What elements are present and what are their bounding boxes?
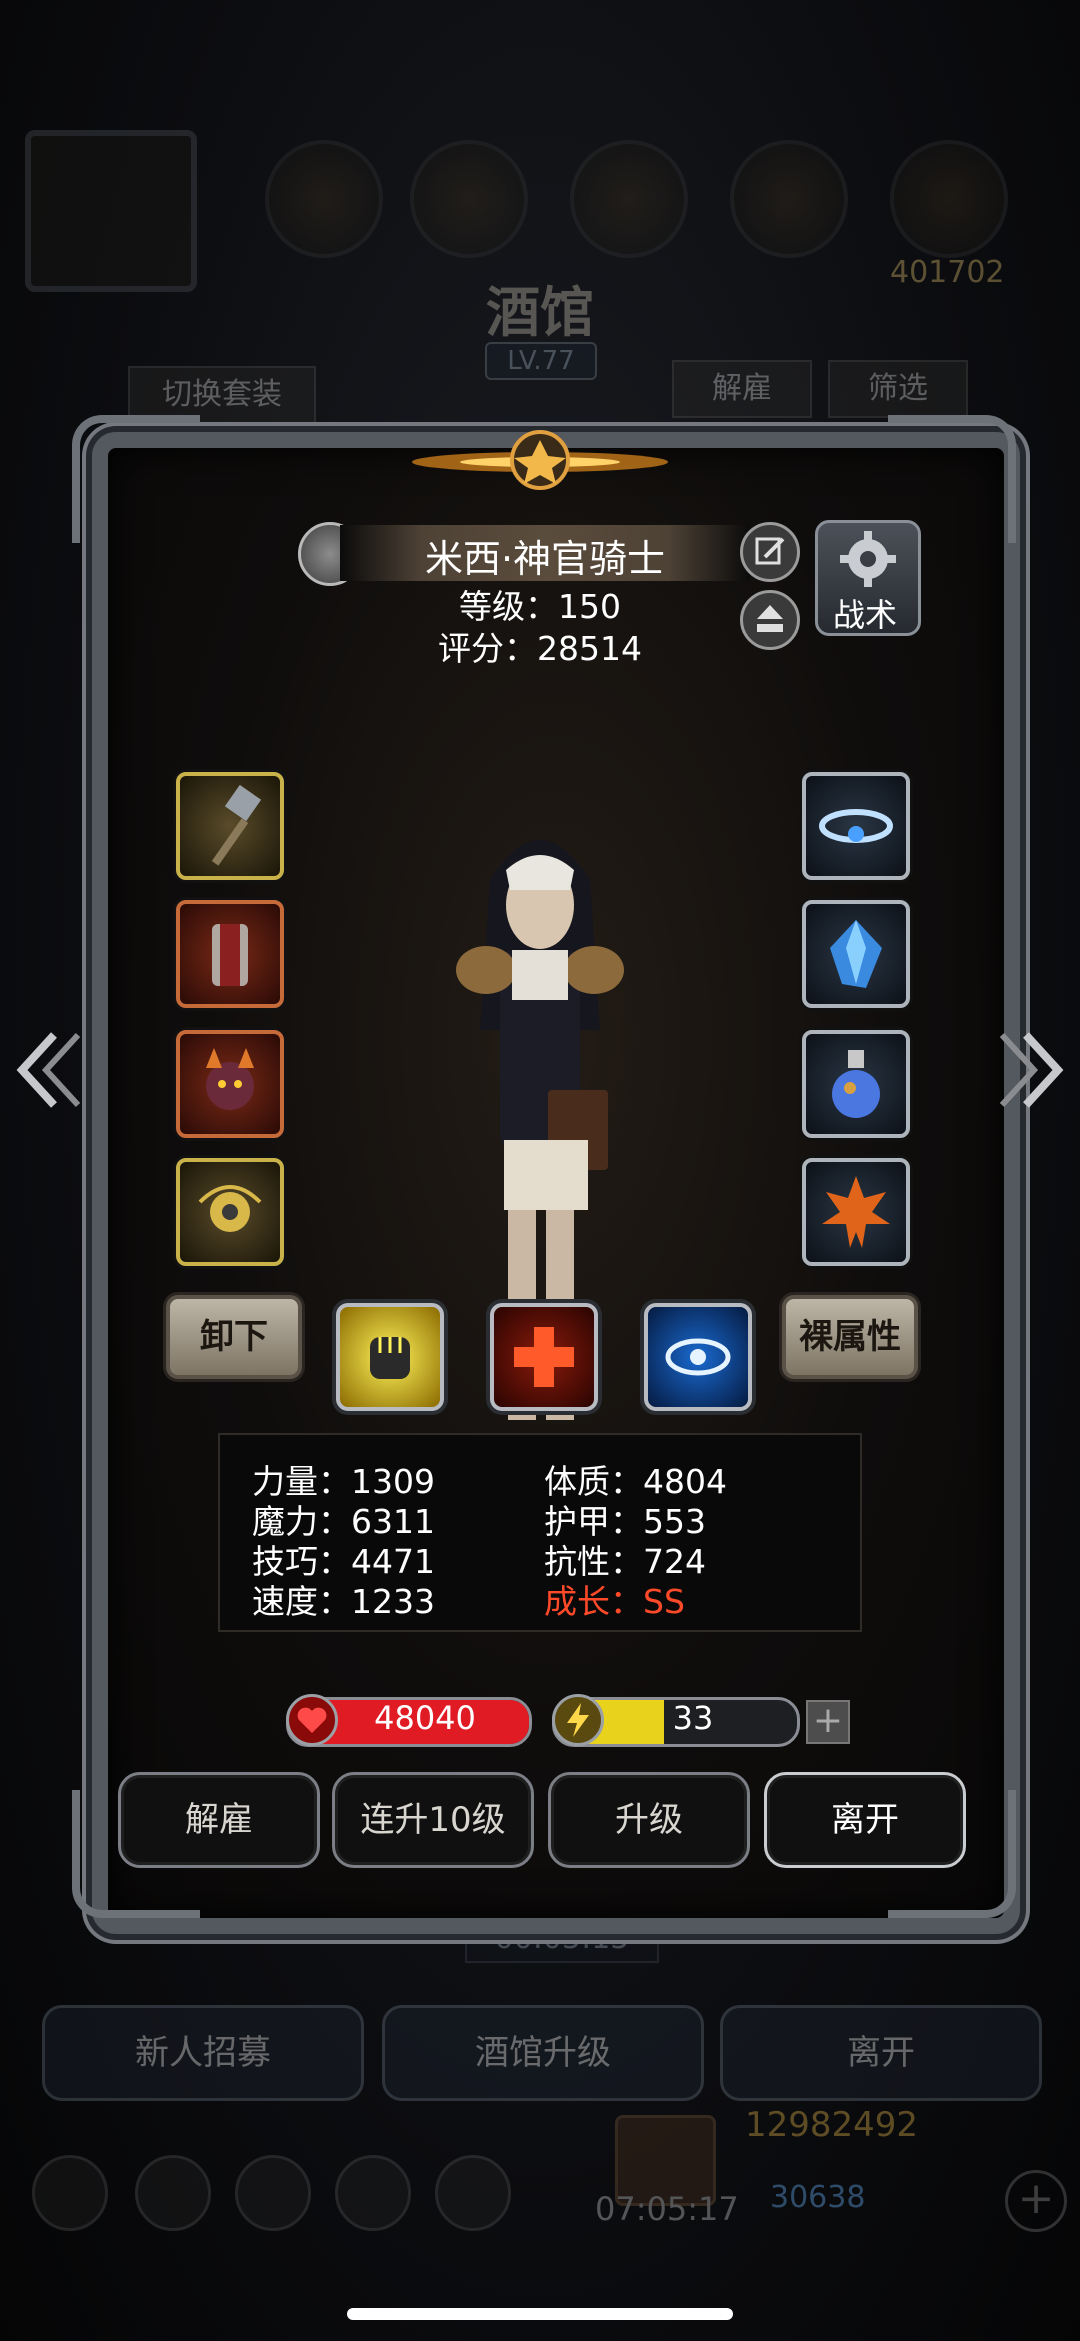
ring-slot[interactable] — [802, 772, 910, 880]
add-currency-icon: + — [1005, 2170, 1067, 2232]
skill-slot-2[interactable] — [490, 1303, 598, 1411]
gem-amount: 30638 — [770, 2180, 866, 2215]
toolbar-icon-5 — [435, 2155, 511, 2231]
naked-attributes-button[interactable]: 裸属性 — [782, 1295, 918, 1379]
gem-slot[interactable] — [802, 900, 910, 1008]
golden-amulet-icon — [198, 1185, 262, 1232]
skill-slot-3[interactable] — [644, 1303, 752, 1411]
mace-icon — [211, 784, 262, 866]
armor-icon — [212, 924, 248, 986]
hero-name: 米西·神官骑士 — [424, 537, 666, 581]
charm-slot[interactable] — [802, 1158, 910, 1266]
leave-button[interactable]: 离开 — [764, 1772, 966, 1868]
edit-name-button[interactable] — [740, 522, 800, 582]
dismiss-bg-button: 解雇 — [672, 360, 812, 418]
hero-score: 评分：28514 — [438, 629, 642, 668]
menu-icon-1 — [265, 140, 383, 258]
menu-icon-4 — [730, 140, 848, 258]
tavern-level: LV.77 — [485, 342, 597, 380]
leave-tavern-button: 离开 — [720, 2005, 1042, 2101]
toolbar-icon-2 — [135, 2155, 211, 2231]
hp-value: 48040 — [374, 1699, 476, 1737]
tavern-title: 酒馆 — [486, 280, 594, 344]
maple-leaf-icon — [822, 1176, 890, 1248]
weapon-slot[interactable] — [176, 772, 284, 880]
eye-icon — [665, 1338, 731, 1376]
blue-crystal-icon — [830, 920, 882, 988]
home-indicator[interactable] — [347, 2308, 733, 2320]
chest-timer: 07:05:17 — [595, 2190, 739, 2228]
helmet-slot[interactable] — [176, 1030, 284, 1138]
level-up-10-button[interactable]: 连升10级 — [332, 1772, 534, 1868]
tavern-upgrade-button: 酒馆升级 — [382, 2005, 704, 2101]
toolbar-icon-3 — [235, 2155, 311, 2231]
stat-growth: 成长：SS — [544, 1582, 685, 1621]
level-up-button[interactable]: 升级 — [548, 1772, 750, 1868]
unequip-button[interactable]: 卸下 — [166, 1295, 302, 1379]
stat-speed: 速度：1233 — [252, 1582, 435, 1621]
cross-icon — [514, 1327, 574, 1387]
frame-ornament-tl — [72, 415, 200, 543]
previous-hero-arrow-icon[interactable] — [14, 1025, 84, 1115]
top-emblem-icon — [412, 430, 668, 490]
filter-button: 筛选 — [828, 360, 968, 418]
accessory-slot[interactable] — [176, 1158, 284, 1266]
menu-icon-2 — [410, 140, 528, 258]
lightning-icon — [552, 1694, 604, 1746]
gold-amount: 12982492 — [745, 2105, 919, 2145]
menu-icon-3 — [570, 140, 688, 258]
add-energy-button[interactable]: + — [806, 1700, 850, 1744]
pencil-icon — [755, 537, 785, 565]
armor-slot[interactable] — [176, 900, 284, 1008]
energy-value: 33 — [672, 1699, 714, 1737]
potion-icon — [832, 1050, 880, 1118]
toolbar-icon-4 — [335, 2155, 411, 2231]
dismiss-button[interactable]: 解雇 — [118, 1772, 320, 1868]
ice-ring-icon — [819, 809, 893, 843]
next-hero-arrow-icon[interactable] — [996, 1025, 1066, 1115]
menu-icon-5 — [890, 140, 1008, 258]
potion-slot[interactable] — [802, 1030, 910, 1138]
skill-slot-1[interactable] — [336, 1303, 444, 1411]
new-recruit-button: 新人招募 — [42, 2005, 364, 2101]
demon-mask-icon — [206, 1048, 254, 1110]
hero-level: 等级：150 — [459, 587, 621, 626]
fist-icon — [370, 1337, 410, 1379]
toolbar-icon-1 — [32, 2155, 108, 2231]
